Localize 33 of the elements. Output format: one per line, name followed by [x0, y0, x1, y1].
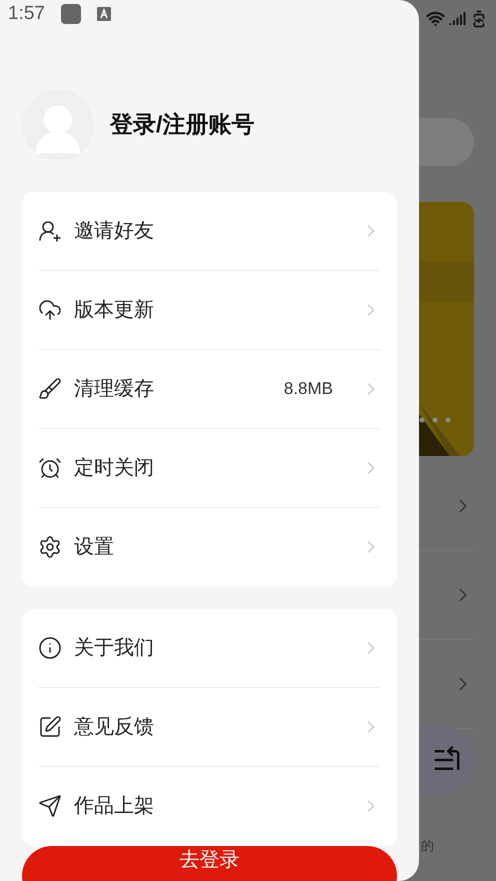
alarm-clock-icon [38, 456, 62, 480]
edit-icon [38, 714, 62, 738]
login-register-link[interactable]: 登录/注册账号 [110, 107, 254, 142]
menu-label: 关于我们 [74, 636, 155, 660]
wifi-icon [426, 9, 445, 28]
menu-item[interactable]: 设置 [38, 508, 381, 586]
menu-item[interactable]: 清理缓存 8.8MB [38, 350, 381, 428]
brush-icon [38, 376, 62, 400]
menu-label: 定时关闭 [74, 456, 155, 480]
menu-label: 清理缓存 [74, 376, 155, 402]
menu-item[interactable]: 邀请好友 [38, 192, 381, 270]
menu-label: 设置 [74, 535, 115, 560]
menu-item[interactable]: 定时关闭 [38, 428, 381, 508]
cache-size: 8.8MB [284, 378, 333, 400]
signal-icon [449, 10, 466, 27]
menu-item[interactable]: 关于我们 [38, 608, 381, 688]
menu-item[interactable]: 版本更新 [38, 270, 381, 350]
user-add-icon [38, 218, 62, 242]
nav-label: 的 [421, 837, 434, 855]
cloud-upload-icon [38, 298, 62, 322]
menu-label: 作品上架 [74, 794, 155, 819]
send-icon [38, 794, 62, 818]
menu-item[interactable]: 作品上架 [38, 766, 381, 846]
menu-label: 版本更新 [74, 298, 155, 322]
info-icon [38, 636, 62, 660]
menu-label: 意见反馈 [74, 714, 155, 740]
keyboard-notification-icon [96, 7, 111, 22]
menu-item[interactable]: 意见反馈 [38, 688, 381, 766]
login-button[interactable]: 去登录 [22, 846, 397, 881]
menu-label: 邀请好友 [74, 218, 155, 244]
app-notification-icon [60, 4, 81, 24]
settings-icon [38, 535, 62, 559]
status-time: 1:57 [8, 2, 45, 26]
